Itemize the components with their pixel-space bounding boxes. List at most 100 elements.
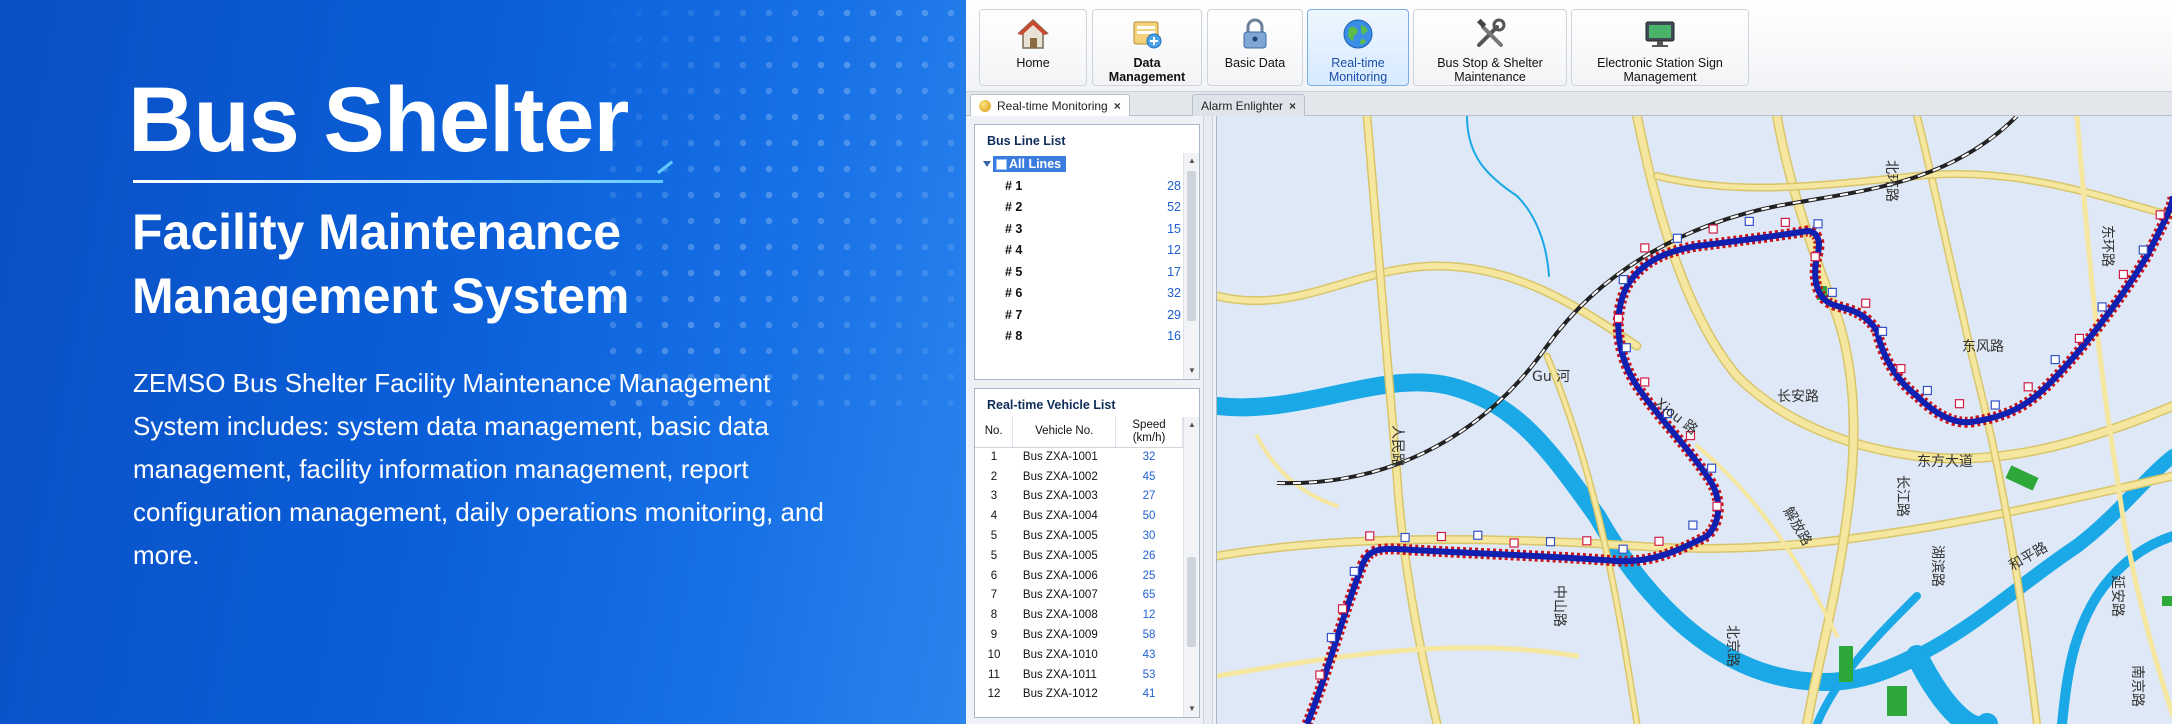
scrollbar-thumb[interactable] bbox=[1187, 557, 1196, 647]
bus-stop-marker-icon[interactable] bbox=[1509, 538, 1519, 548]
vehicle-speed: 27 bbox=[1142, 490, 1156, 503]
bus-stop-marker-icon[interactable] bbox=[1813, 219, 1823, 229]
list-item[interactable]: # 2 52 bbox=[975, 196, 1183, 218]
bus-stop-marker-icon[interactable] bbox=[1708, 224, 1718, 234]
table-row[interactable]: 10 Bus ZXA-1010 43 bbox=[975, 645, 1183, 665]
table-row[interactable]: 3 Bus ZXA-1003 27 bbox=[975, 487, 1183, 507]
table-row[interactable]: 5 Bus ZXA-1005 30 bbox=[975, 526, 1183, 546]
bus-stop-marker-icon[interactable] bbox=[1365, 531, 1375, 541]
tab-alarm-enlighter[interactable]: Alarm Enlighter × bbox=[1192, 94, 1306, 116]
line-count: 15 bbox=[1167, 221, 1181, 236]
toolbar-button-basic-data[interactable]: Basic Data bbox=[1207, 9, 1303, 86]
toolbar-button-real-time-monitoring[interactable]: Real-time Monitoring bbox=[1307, 9, 1409, 86]
map-street-label: 延安路 bbox=[2109, 575, 2125, 617]
all-lines-node[interactable]: All Lines bbox=[993, 156, 1067, 172]
toolbar-button-electronic-station-sign-management[interactable]: Electronic Station Sign Management bbox=[1571, 9, 1749, 86]
close-icon[interactable]: × bbox=[1289, 99, 1296, 113]
tab-real-time-monitoring[interactable]: Real-time Monitoring × bbox=[970, 94, 1130, 116]
hero-subtitle-line2: Management System bbox=[132, 268, 630, 324]
column-header-no[interactable]: No. bbox=[975, 417, 1014, 448]
list-item[interactable]: # 5 17 bbox=[975, 261, 1183, 283]
bus-stop-marker-icon[interactable] bbox=[1810, 252, 1820, 262]
scroll-up-icon[interactable]: ▲ bbox=[1188, 421, 1196, 429]
hero-subtitle-line1: Facility Maintenance bbox=[132, 204, 622, 260]
bus-stop-marker-icon[interactable] bbox=[2138, 245, 2148, 255]
table-row[interactable]: 7 Bus ZXA-1007 65 bbox=[975, 586, 1183, 606]
close-icon[interactable]: × bbox=[1114, 99, 1121, 113]
bus-stop-marker-icon[interactable] bbox=[1922, 385, 1933, 396]
row-number: 10 bbox=[987, 648, 1001, 661]
bus-stop-marker-icon[interactable] bbox=[1545, 537, 1556, 547]
bus-stop-marker-icon[interactable] bbox=[1618, 544, 1628, 554]
table-row[interactable]: 11 Bus ZXA-1011 53 bbox=[975, 665, 1183, 685]
bus-stop-marker-icon[interactable] bbox=[1473, 530, 1483, 540]
bus-stop-marker-icon[interactable] bbox=[1621, 343, 1631, 353]
list-item[interactable]: # 3 15 bbox=[975, 218, 1183, 240]
bus-stop-marker-icon[interactable] bbox=[1672, 233, 1682, 243]
toolbar-button-bus-stop-shelter-maintenance[interactable]: Bus Stop & Shelter Maintenance bbox=[1413, 9, 1567, 86]
list-item[interactable]: # 6 32 bbox=[975, 282, 1183, 304]
vertical-scrollbar[interactable]: ▲ ▼ bbox=[1183, 417, 1199, 717]
list-item[interactable]: # 8 16 bbox=[975, 325, 1183, 347]
table-row[interactable]: 12 Bus ZXA-1012 41 bbox=[975, 685, 1183, 705]
bus-stop-marker-icon[interactable] bbox=[1349, 566, 1359, 576]
column-header-speed[interactable]: Speed (km/h) bbox=[1115, 417, 1183, 448]
line-count: 52 bbox=[1167, 200, 1181, 214]
bus-stop-marker-icon[interactable] bbox=[1707, 463, 1717, 473]
table-row[interactable]: 4 Bus ZXA-1004 50 bbox=[975, 506, 1183, 526]
bus-stop-marker-icon[interactable] bbox=[1827, 287, 1837, 297]
table-row[interactable]: 8 Bus ZXA-1008 12 bbox=[975, 605, 1183, 625]
column-header-vehicle[interactable]: Vehicle No. bbox=[1012, 417, 1117, 448]
table-row[interactable]: 1 Bus ZXA-1001 32 bbox=[975, 447, 1183, 467]
bus-stop-marker-icon[interactable] bbox=[1744, 216, 1754, 227]
scrollbar-thumb[interactable] bbox=[1187, 171, 1196, 321]
bus-stop-marker-icon[interactable] bbox=[1712, 501, 1722, 511]
list-item[interactable]: # 4 12 bbox=[975, 239, 1183, 261]
scroll-down-icon[interactable]: ▼ bbox=[1188, 367, 1196, 375]
bus-stop-marker-icon[interactable] bbox=[1436, 531, 1446, 542]
table-header-row: No. Vehicle No. Speed (km/h) bbox=[975, 417, 1183, 448]
expand-toggle-icon[interactable] bbox=[983, 161, 991, 167]
table-row[interactable]: 2 Bus ZXA-1002 45 bbox=[975, 467, 1183, 487]
vehicle-table: No. Vehicle No. Speed (km/h) 1 Bus ZXA-10… bbox=[975, 417, 1183, 704]
vertical-scrollbar[interactable]: ▲ ▼ bbox=[1183, 153, 1199, 379]
list-item[interactable]: # 1 28 bbox=[975, 175, 1183, 197]
bus-stop-marker-icon[interactable] bbox=[2023, 382, 2033, 392]
bus-stop-marker-icon[interactable] bbox=[1400, 532, 1410, 543]
tree-root-all-lines[interactable]: All Lines bbox=[975, 153, 1183, 175]
scroll-down-icon[interactable]: ▼ bbox=[1188, 705, 1196, 713]
bus-stop-marker-icon[interactable] bbox=[2050, 355, 2060, 365]
bus-stop-marker-icon[interactable] bbox=[2074, 333, 2085, 343]
bus-stop-marker-icon[interactable] bbox=[1326, 632, 1337, 643]
map-view[interactable]: 北环路 东环路 Gu 河 Xiou 路 人民路 解放路 长江路 中山路 东方大道… bbox=[1216, 116, 2172, 724]
table-row[interactable]: 6 Bus ZXA-1006 25 bbox=[975, 566, 1183, 586]
map-street-label: 人民路 bbox=[1389, 425, 1405, 467]
toolbar-button-home[interactable]: Home bbox=[979, 9, 1087, 86]
bus-stop-marker-icon[interactable] bbox=[1688, 520, 1698, 530]
bus-stop-marker-icon[interactable] bbox=[1582, 536, 1592, 546]
bus-stop-marker-icon[interactable] bbox=[1613, 313, 1623, 323]
scroll-up-icon[interactable]: ▲ bbox=[1188, 157, 1196, 165]
bus-stop-marker-icon[interactable] bbox=[1780, 217, 1790, 228]
bus-stop-marker-icon[interactable] bbox=[1654, 536, 1664, 546]
bus-stop-marker-icon[interactable] bbox=[2118, 269, 2129, 280]
bus-stop-marker-icon[interactable] bbox=[2097, 302, 2107, 312]
table-row[interactable]: 9 Bus ZXA-1009 58 bbox=[975, 625, 1183, 645]
bus-stop-marker-icon[interactable] bbox=[1954, 399, 1965, 409]
bus-stop-marker-icon[interactable] bbox=[1990, 400, 2000, 410]
bus-stop-marker-icon[interactable] bbox=[1640, 243, 1650, 253]
bus-stop-marker-icon[interactable] bbox=[1861, 298, 1871, 308]
bus-stop-marker-icon[interactable] bbox=[1618, 275, 1628, 285]
panel-splitter[interactable] bbox=[1203, 116, 1213, 724]
bus-stop-marker-icon[interactable] bbox=[1337, 604, 1348, 614]
bus-stop-marker-icon[interactable] bbox=[1877, 326, 1888, 336]
vehicle-number: Bus ZXA-1007 bbox=[1022, 589, 1098, 602]
bus-stop-marker-icon[interactable] bbox=[1896, 364, 1906, 374]
bus-stop-marker-icon[interactable] bbox=[2155, 210, 2165, 220]
table-row[interactable]: 5 Bus ZXA-1005 26 bbox=[975, 546, 1183, 566]
list-item[interactable]: # 7 29 bbox=[975, 304, 1183, 326]
vehicle-speed: 12 bbox=[1142, 609, 1156, 622]
toolbar-button-data-management[interactable]: Data Management bbox=[1092, 9, 1202, 86]
bus-stop-marker-icon[interactable] bbox=[1315, 670, 1325, 680]
bus-stop-marker-icon[interactable] bbox=[1640, 377, 1650, 387]
